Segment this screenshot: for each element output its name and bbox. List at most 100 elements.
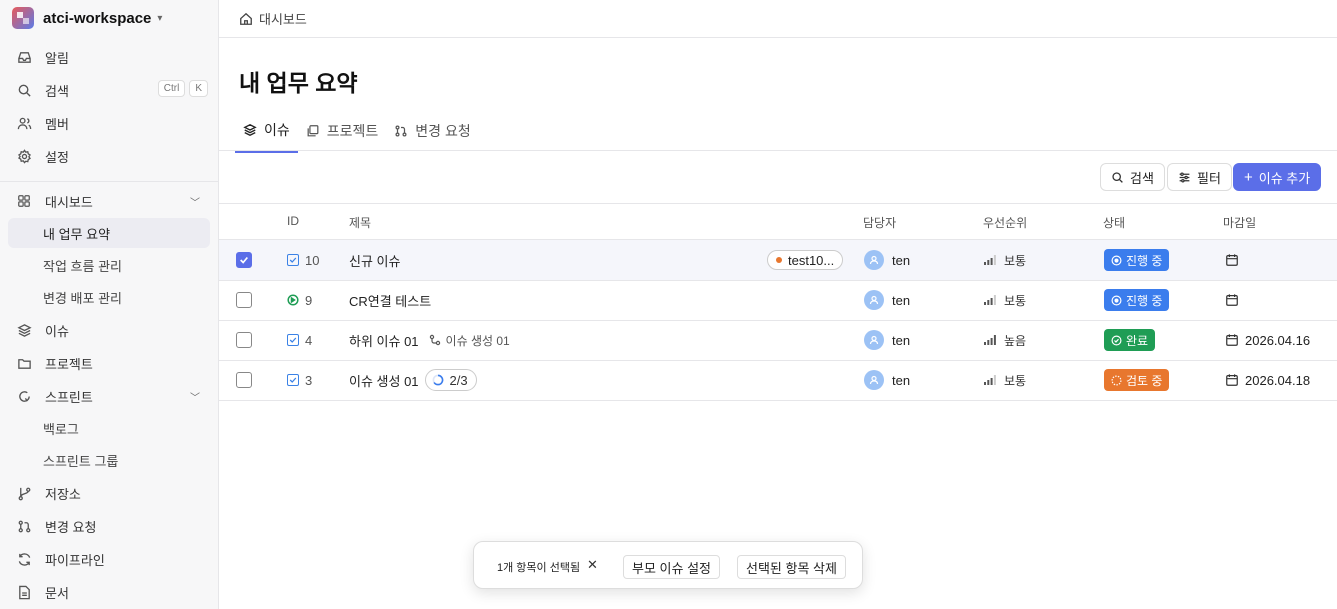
sidebar-item-sprint[interactable]: 스프린트 ﹀ [8,381,210,411]
tab-change-requests[interactable]: 변경 요청 [386,114,478,153]
inbox-icon [16,49,32,65]
sidebar-item-pipeline[interactable]: 파이프라인 [8,544,210,574]
calendar-icon [1226,334,1238,346]
tab-projects[interactable]: 프로젝트 [298,114,387,153]
table-row[interactable]: 10 신규 이슈 test10... ten 보통 진행 중 [219,240,1337,280]
check-circle-icon [1111,335,1122,345]
priority[interactable]: 보통 [984,252,1026,269]
priority-label: 보통 [1004,293,1027,308]
progress-ring-icon [432,374,443,386]
status-badge[interactable]: 진행 중 [1104,249,1170,271]
row-checkbox[interactable] [236,252,252,268]
branch-icon [16,485,32,501]
sidebar-item-label: 백로그 [43,421,79,437]
sidebar-item-backlog[interactable]: 백로그 [8,413,210,443]
sidebar-item-docs[interactable]: 문서 [8,577,210,607]
add-issue-button[interactable]: + 이슈 추가 [1233,163,1322,191]
table-row[interactable]: 4 하위 이슈 01 이슈 생성 01 ten 높음 완료 2026.04.16 [219,320,1337,360]
table-row[interactable]: 3 이슈 생성 01 2/3 ten 보통 검토 중 2026.04.18 [219,360,1337,400]
task-icon [287,254,299,266]
parent-issue-link[interactable]: 이슈 생성 01 [429,332,510,349]
calendar-icon [1226,254,1238,266]
grid-icon [16,193,32,209]
priority[interactable]: 높음 [984,332,1026,349]
sidebar-item-label: 프로젝트 [45,356,93,372]
sidebar-item-workflow[interactable]: 작업 흐름 관리 [8,250,210,280]
sidebar-item-issues[interactable]: 이슈 [8,315,210,345]
due-date[interactable]: 2026.04.18 [1225,373,1310,388]
signal-icon [984,335,996,345]
sidebar-item-label: 검색 [45,83,69,99]
row-checkbox[interactable] [236,292,252,308]
sidebar-item-my-summary[interactable]: 내 업무 요약 [8,218,210,248]
due-date[interactable] [1225,293,1245,307]
col-due[interactable]: 마감일 [1223,214,1256,231]
breadcrumb[interactable]: 대시보드 [239,9,307,28]
issue-id: 10 [305,252,320,268]
assignee-name: ten [892,292,911,308]
sidebar-item-dashboard[interactable]: 대시보드 ﹀ [8,186,210,216]
issue-title[interactable]: 신규 이슈 [349,251,400,270]
set-parent-button[interactable]: 부모 이슈 설정 [623,555,720,579]
due-date[interactable] [1225,253,1245,267]
col-status[interactable]: 상태 [1103,214,1125,231]
priority[interactable]: 보통 [984,372,1026,389]
row-checkbox[interactable] [236,372,252,388]
sidebar-item-settings[interactable]: 설정 [8,141,210,171]
priority[interactable]: 보통 [984,292,1026,309]
row-checkbox[interactable] [236,332,252,348]
sidebar-item-repository[interactable]: 저장소 [8,478,210,508]
workspace-logo [12,7,34,29]
sidebar-item-label: 변경 배포 관리 [43,290,122,306]
issue-id: 3 [305,372,313,388]
dot-icon [776,257,782,263]
sidebar-item-sprint-group[interactable]: 스프린트 그룹 [8,445,210,475]
row-border [219,400,1337,401]
sidebar-item-projects[interactable]: 프로젝트 [8,348,210,378]
sprint-icon [16,388,32,404]
status-badge[interactable]: 검토 중 [1104,369,1170,391]
sidebar-item-notifications[interactable]: 알림 [8,42,210,72]
issue-title[interactable]: 하위 이슈 01 [349,331,419,350]
tab-label: 프로젝트 [326,123,379,139]
delete-selected-button[interactable]: 선택된 항목 삭제 [737,555,846,579]
col-id[interactable]: ID [287,214,299,228]
sidebar-item-label: 설정 [45,149,69,165]
issue-title[interactable]: 이슈 생성 01 [349,371,419,390]
chevron-down-icon[interactable]: ﹀ [190,194,200,209]
col-assignee[interactable]: 담당자 [863,214,896,231]
issue-title[interactable]: CR연결 테스트 [349,291,431,310]
col-title[interactable]: 제목 [349,214,371,231]
col-priority[interactable]: 우선순위 [983,214,1027,231]
subtask-progress[interactable]: 2/3 [424,369,477,391]
home-icon [240,12,252,25]
status-badge[interactable]: 진행 중 [1104,289,1170,311]
sidebar-item-label: 작업 흐름 관리 [43,258,122,274]
status-label: 진행 중 [1126,293,1163,308]
header-divider [219,37,1337,38]
folder-icon [16,355,32,371]
sidebar-item-search[interactable]: 검색 Ctrl K [8,75,210,105]
sidebar-item-members[interactable]: 멤버 [8,108,210,138]
kbd-ctrl: Ctrl [157,80,186,97]
review-icon [1111,375,1122,385]
tab-issues[interactable]: 이슈 [235,114,298,153]
sidebar-item-label: 멤버 [45,116,69,132]
sidebar-item-release[interactable]: 변경 배포 관리 [8,282,210,312]
tag-chip[interactable]: test10... [767,250,844,270]
status-badge[interactable]: 완료 [1104,329,1156,351]
close-icon[interactable]: ✕ [587,557,598,573]
status-label: 검토 중 [1126,373,1163,388]
workspace-switcher[interactable]: atci-workspace ▾ [12,6,162,30]
filter-button-label: 필터 [1197,170,1221,186]
search-button[interactable]: 검색 [1100,163,1165,191]
table-row[interactable]: 9 CR연결 테스트 ten 보통 진행 중 [219,280,1337,320]
priority-label: 높음 [1004,333,1027,348]
chevron-down-icon[interactable]: ﹀ [190,389,200,404]
sidebar-item-label: 스프린트 그룹 [43,453,119,469]
document-icon [16,584,32,600]
filter-button[interactable]: 필터 [1167,163,1232,191]
sidebar: atci-workspace ▾ 알림 검색 Ctrl K 멤버 설정 대시보드… [0,0,219,609]
sidebar-item-change-request[interactable]: 변경 요청 [8,511,210,541]
due-date[interactable]: 2026.04.16 [1225,333,1310,348]
